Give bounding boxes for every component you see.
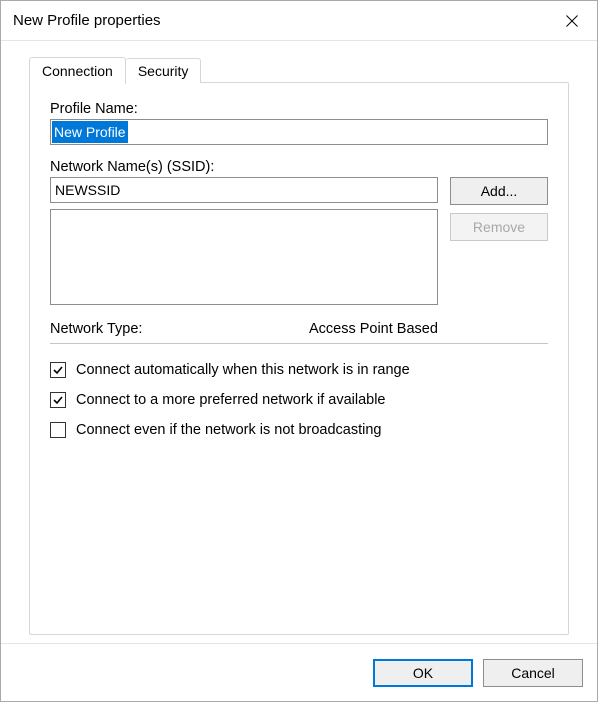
network-type-row: Network Type: Access Point Based [50, 321, 548, 344]
ssid-input[interactable] [50, 177, 438, 203]
cancel-button[interactable]: Cancel [483, 659, 583, 687]
checkbox-group: Connect automatically when this network … [50, 362, 548, 438]
tabpage-connection: Profile Name: New Profile Network Name(s… [29, 82, 569, 635]
check-prefer-label: Connect to a more preferred network if a… [76, 392, 386, 408]
network-type-value: Access Point Based [309, 321, 438, 337]
check-auto-connect-row: Connect automatically when this network … [50, 362, 548, 378]
checkmark-icon [52, 364, 64, 376]
checkmark-icon [52, 394, 64, 406]
check-prefer-row: Connect to a more preferred network if a… [50, 392, 548, 408]
ssid-block: Add... Remove [50, 177, 548, 305]
ssid-label: Network Name(s) (SSID): [50, 159, 548, 175]
add-button[interactable]: Add... [450, 177, 548, 205]
network-type-label: Network Type: [50, 321, 309, 337]
tab-connection[interactable]: Connection [29, 57, 126, 84]
tab-security[interactable]: Security [126, 58, 202, 83]
close-button[interactable] [549, 1, 595, 40]
profile-name-value: New Profile [52, 121, 128, 143]
dialog-footer: OK Cancel [1, 643, 597, 701]
window-title: New Profile properties [13, 12, 549, 29]
tabstrip: Connection Security [29, 55, 569, 83]
profile-name-label: Profile Name: [50, 101, 548, 117]
titlebar: New Profile properties [1, 1, 597, 41]
check-auto-connect[interactable] [50, 362, 66, 378]
check-prefer[interactable] [50, 392, 66, 408]
close-icon [566, 15, 578, 27]
dialog-window: New Profile properties Connection Securi… [0, 0, 598, 702]
check-hidden-row: Connect even if the network is not broad… [50, 422, 548, 438]
remove-button: Remove [450, 213, 548, 241]
check-auto-connect-label: Connect automatically when this network … [76, 362, 410, 378]
check-hidden[interactable] [50, 422, 66, 438]
dialog-body: Connection Security Profile Name: New Pr… [1, 41, 597, 643]
ok-button[interactable]: OK [373, 659, 473, 687]
ssid-list[interactable] [50, 209, 438, 305]
profile-name-input[interactable]: New Profile [50, 119, 548, 145]
check-hidden-label: Connect even if the network is not broad… [76, 422, 381, 438]
